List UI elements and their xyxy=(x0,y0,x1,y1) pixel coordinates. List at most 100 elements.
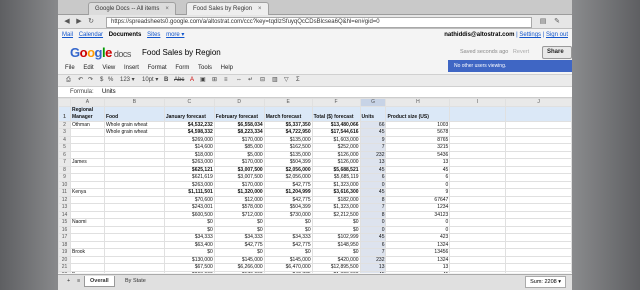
table-cell[interactable]: $18,000 xyxy=(163,150,215,159)
table-cell[interactable]: $6,266,000 xyxy=(213,263,265,272)
table-cell[interactable]: $3,616,300 xyxy=(311,188,361,197)
table-cell[interactable]: 0 xyxy=(359,180,387,189)
table-cell[interactable]: $145,000 xyxy=(263,255,313,264)
table-cell[interactable]: $182,000 xyxy=(311,195,361,204)
header-cell[interactable] xyxy=(505,105,572,122)
fill-color-icon[interactable]: ▣ xyxy=(200,76,206,85)
table-cell[interactable]: $170,000 xyxy=(213,158,265,167)
table-cell[interactable]: $1,323,000 xyxy=(311,180,361,189)
table-cell[interactable]: Whole grain wheat xyxy=(103,128,165,137)
table-cell[interactable]: $0 xyxy=(213,225,265,234)
table-cell[interactable]: $126,000 xyxy=(311,150,361,159)
table-cell[interactable]: $0 xyxy=(263,225,313,234)
table-cell[interactable]: $148,950 xyxy=(311,240,361,249)
menu-help[interactable]: Help xyxy=(221,65,233,71)
merge-icon[interactable]: ⇔ xyxy=(236,76,242,85)
table-cell[interactable]: $135,000 xyxy=(263,150,313,159)
table-cell[interactable]: $130,000 xyxy=(163,255,215,264)
table-cell[interactable]: $269,000 xyxy=(163,135,215,144)
menu-form[interactable]: Form xyxy=(175,65,189,71)
table-cell[interactable] xyxy=(505,263,572,272)
table-cell[interactable]: $252,000 xyxy=(311,143,361,152)
signout-link[interactable]: Sign out xyxy=(546,32,568,38)
table-cell[interactable]: $3,007,500 xyxy=(213,173,265,182)
table-cell[interactable]: 232 xyxy=(359,150,387,159)
table-cell[interactable]: $34,333 xyxy=(163,233,215,242)
table-cell[interactable] xyxy=(449,210,507,219)
table-cell[interactable]: 34123 xyxy=(385,210,451,219)
currency-icon[interactable]: $ xyxy=(100,76,103,85)
table-cell[interactable] xyxy=(103,158,165,167)
table-cell[interactable]: 67647 xyxy=(385,195,451,204)
table-cell[interactable]: $5,000 xyxy=(213,150,265,159)
header-cell[interactable]: January forecast xyxy=(163,105,215,122)
row-number[interactable]: 20 xyxy=(58,255,71,264)
row-number[interactable]: 5 xyxy=(58,143,71,152)
table-cell[interactable]: Barney xyxy=(69,270,105,273)
table-cell[interactable]: $243,001 xyxy=(163,203,215,212)
table-cell[interactable]: $8,223,334 xyxy=(213,128,265,137)
row-number[interactable]: 1 xyxy=(58,105,71,122)
sheet-tab-overall[interactable]: Overall xyxy=(84,276,115,287)
table-cell[interactable]: $504,399 xyxy=(263,158,313,167)
column-header[interactable]: G xyxy=(359,98,387,107)
sheet-tab-by-state[interactable]: By State xyxy=(120,276,151,286)
header-cell[interactable]: Product size (US) xyxy=(385,105,451,122)
table-cell[interactable]: Whole grain wheat xyxy=(103,120,165,129)
row-number[interactable]: 13 xyxy=(58,203,71,212)
table-cell[interactable] xyxy=(505,195,572,204)
table-cell[interactable]: 0 xyxy=(359,218,387,227)
table-cell[interactable]: 13456 xyxy=(385,248,451,257)
table-cell[interactable] xyxy=(103,263,165,272)
table-cell[interactable] xyxy=(449,233,507,242)
row-number[interactable]: 16 xyxy=(58,225,71,234)
table-cell[interactable]: $14,600 xyxy=(163,143,215,152)
column-header[interactable]: C xyxy=(163,98,215,107)
table-cell[interactable]: $170,000 xyxy=(213,135,265,144)
table-cell[interactable] xyxy=(69,225,105,234)
column-header[interactable]: J xyxy=(505,98,572,107)
header-cell[interactable]: March forecast xyxy=(263,105,313,122)
align-icon[interactable]: ≡ xyxy=(224,76,228,85)
table-cell[interactable] xyxy=(505,173,572,182)
table-cell[interactable]: $13,480,066 xyxy=(311,120,361,129)
table-cell[interactable]: $5,688,521 xyxy=(311,165,361,174)
table-cell[interactable] xyxy=(103,150,165,159)
table-cell[interactable] xyxy=(505,135,572,144)
table-cell[interactable]: 5436 xyxy=(385,150,451,159)
table-cell[interactable]: 0 xyxy=(385,180,451,189)
table-cell[interactable] xyxy=(69,255,105,264)
row-number[interactable]: 11 xyxy=(58,188,71,197)
table-cell[interactable]: 5678 xyxy=(385,128,451,137)
table-cell[interactable]: $0 xyxy=(311,218,361,227)
gbar-more-link[interactable]: more ▾ xyxy=(166,32,184,38)
table-cell[interactable] xyxy=(449,240,507,249)
gbar-sites-link[interactable]: Sites xyxy=(147,32,160,38)
table-cell[interactable]: 9 xyxy=(359,135,387,144)
table-cell[interactable]: $5,685,119 xyxy=(311,173,361,182)
table-cell[interactable] xyxy=(449,150,507,159)
table-cell[interactable] xyxy=(449,263,507,272)
table-cell[interactable]: Kenya xyxy=(69,188,105,197)
table-cell[interactable] xyxy=(505,240,572,249)
table-cell[interactable] xyxy=(103,240,165,249)
table-cell[interactable] xyxy=(449,120,507,129)
table-cell[interactable]: Brook xyxy=(69,248,105,257)
table-cell[interactable] xyxy=(449,128,507,137)
header-cell[interactable]: Total ($) forecast xyxy=(311,105,361,122)
table-cell[interactable] xyxy=(69,263,105,272)
share-button[interactable]: Share ▾ xyxy=(542,46,572,66)
sum-icon[interactable]: Σ xyxy=(296,76,300,85)
table-cell[interactable]: 45 xyxy=(359,188,387,197)
table-cell[interactable] xyxy=(505,225,572,234)
row-number[interactable]: 3 xyxy=(58,128,71,137)
menu-edit[interactable]: Edit xyxy=(83,65,93,71)
table-cell[interactable] xyxy=(505,255,572,264)
table-cell[interactable] xyxy=(449,173,507,182)
row-number[interactable]: 8 xyxy=(58,165,71,174)
chart-icon[interactable]: ▥ xyxy=(272,76,278,85)
borders-icon[interactable]: ⊞ xyxy=(212,76,217,85)
table-cell[interactable] xyxy=(69,233,105,242)
table-cell[interactable] xyxy=(103,165,165,174)
table-cell[interactable]: $0 xyxy=(213,248,265,257)
